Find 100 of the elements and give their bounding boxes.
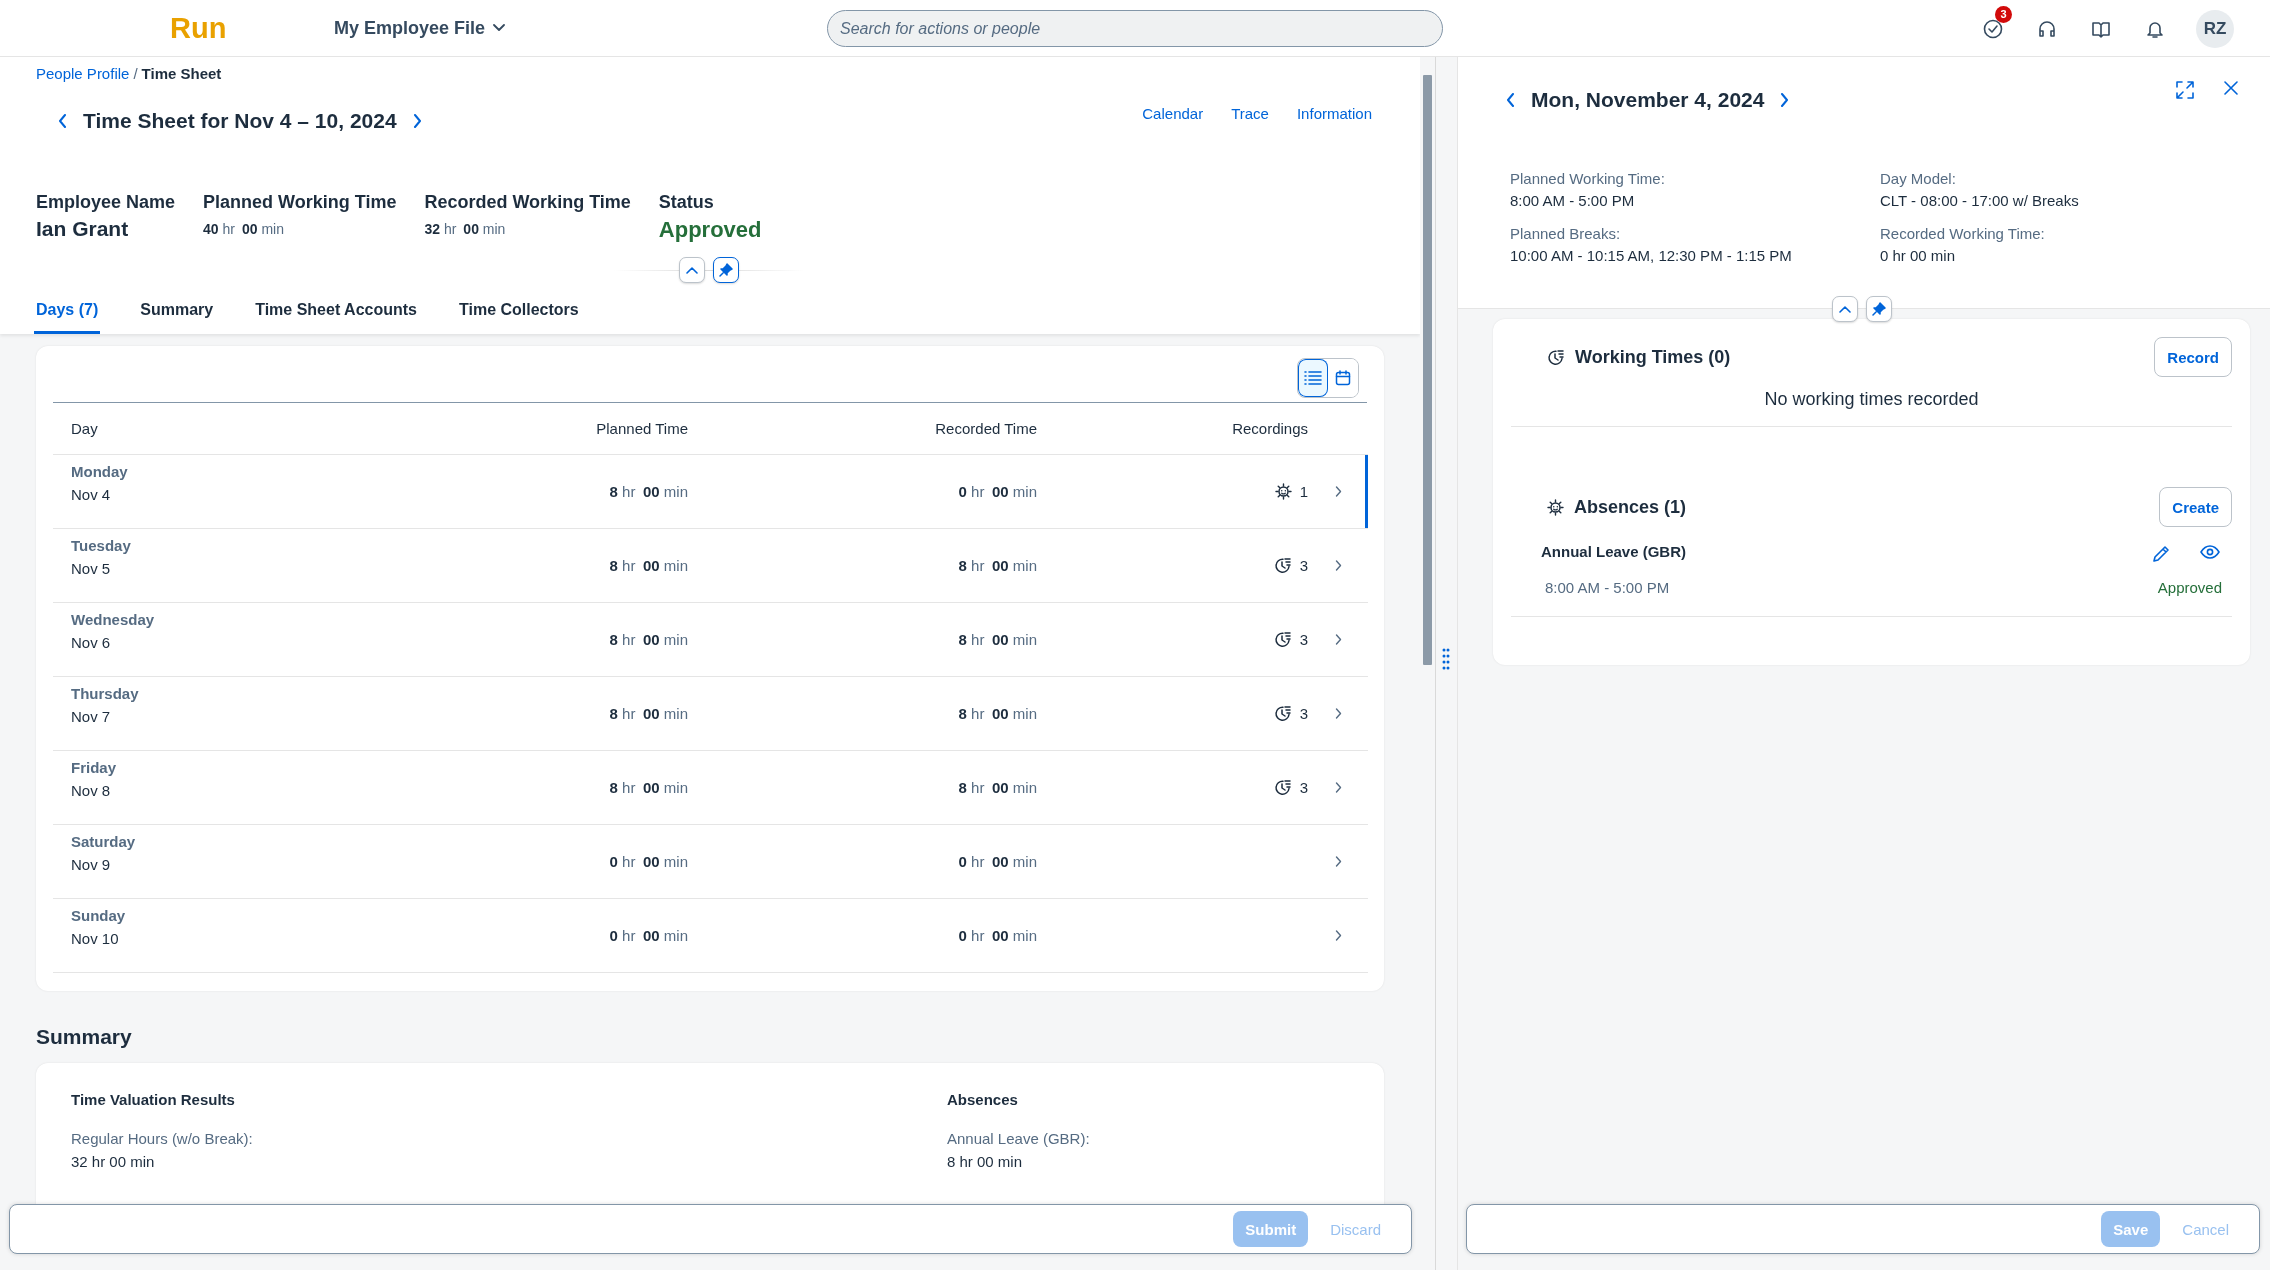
field-value: 0 hr 00 min [1880, 247, 1957, 264]
section-title: Absences (1) [1574, 496, 1687, 518]
view-toggle[interactable] [1297, 358, 1359, 398]
empty-message: No working times recorded [1511, 389, 2232, 427]
chevron-right-icon [1334, 782, 1342, 793]
recorded-time: 0 hr 00 min [958, 927, 1037, 944]
recording-count: 3 [1299, 557, 1308, 574]
employee-name: Ian Grant [36, 217, 130, 241]
breadcrumb-link[interactable]: People Profile [36, 65, 130, 82]
attribute-label: Status [658, 192, 715, 213]
pin-button[interactable] [1866, 296, 1892, 322]
search-field[interactable]: Search for actions or people [827, 10, 1443, 47]
clock-list-icon [1273, 705, 1292, 722]
list-icon [1304, 370, 1322, 386]
clock-list-icon [1273, 631, 1292, 648]
row-navigation[interactable] [1308, 455, 1368, 529]
day-date: Nov 9 [71, 856, 111, 873]
clock-list-icon [1273, 779, 1292, 796]
field-label: Day Model: [1880, 170, 1957, 187]
chevron-left-icon [1506, 93, 1515, 107]
pin-icon [719, 263, 733, 277]
field-label: Annual Leave (GBR): [947, 1130, 1091, 1147]
field-value: 8 hr 00 min [947, 1153, 1024, 1170]
scrollbar-thumb[interactable] [1423, 75, 1432, 665]
clock-list-icon [1273, 557, 1292, 574]
day-date: Nov 7 [71, 708, 111, 725]
tab[interactable]: Summary [138, 293, 228, 334]
collapse-button[interactable] [1832, 296, 1858, 322]
clock-list-icon [1547, 348, 1565, 366]
day-name: Thursday [71, 685, 139, 702]
recorded-time: 8 hr 00 min [958, 631, 1037, 648]
collapse-button[interactable] [679, 257, 705, 283]
planned-time: 0 hr 00 min [609, 927, 688, 944]
user-avatar[interactable]: RZ [2196, 10, 2234, 48]
section-title: Working Times (0) [1575, 346, 1731, 368]
day-date: Nov 6 [71, 634, 111, 651]
recording-count: 3 [1299, 631, 1308, 648]
header-link[interactable]: Information [1296, 104, 1372, 122]
header-link[interactable]: Trace [1231, 104, 1269, 122]
pin-button[interactable] [713, 257, 739, 283]
planned-time: 8 hr 00 min [609, 557, 688, 574]
headset-icon [2037, 19, 2057, 39]
navigation-menu[interactable]: My Employee File [334, 17, 506, 39]
duration-value: 32 hr 00 min [424, 221, 507, 237]
day-name: Friday [71, 759, 116, 776]
field-label: Planned Working Time: [1510, 170, 1666, 187]
tab[interactable]: Time Sheet Accounts [253, 293, 431, 334]
day-name: Monday [71, 463, 128, 480]
recorded-time: 8 hr 00 min [958, 557, 1037, 574]
sun-icon [1547, 498, 1564, 516]
pin-icon [1872, 302, 1886, 316]
field-value: 10:00 AM - 10:15 AM, 12:30 PM - 1:15 PM [1510, 247, 1793, 264]
chevron-right-icon [412, 114, 422, 128]
attribute-label: Planned Working Time [203, 192, 397, 213]
tab[interactable]: Days (7) [34, 293, 101, 334]
book-icon [2091, 19, 2111, 39]
group-title: Time Valuation Results [71, 1091, 236, 1108]
chevron-up-icon [686, 266, 698, 274]
recorded-time: 0 hr 00 min [958, 853, 1037, 870]
calendar-icon [1335, 370, 1351, 386]
list-view-button[interactable] [1298, 359, 1328, 397]
duration-value: 40 hr 00 min [203, 221, 285, 237]
day-name: Sunday [71, 907, 126, 924]
fullscreen-button[interactable] [2174, 79, 2196, 101]
splitter-handle[interactable] [1441, 647, 1451, 671]
chevron-down-icon [493, 24, 506, 32]
edit-button[interactable] [2150, 543, 2172, 565]
notification-badge: 3 [1995, 6, 2012, 23]
chevron-right-icon [1780, 93, 1790, 107]
planned-time: 8 hr 00 min [609, 483, 688, 500]
column-header: Recorded Time [688, 403, 1037, 455]
recorded-time: 0 hr 00 min [958, 483, 1037, 500]
day-date: Nov 5 [71, 560, 111, 577]
day-date: Nov 8 [71, 782, 111, 799]
absence-time: 8:00 AM - 5:00 PM [1544, 579, 1671, 596]
eye-icon [2200, 545, 2220, 559]
sun-icon [1274, 483, 1292, 500]
header-link[interactable]: Calendar [1142, 104, 1204, 122]
chevron-right-icon [1334, 708, 1342, 719]
day-date: Nov 10 [71, 930, 119, 947]
day-name: Wednesday [71, 611, 155, 628]
chevron-right-icon [1334, 560, 1342, 571]
field-label: Recorded Working Time: [1880, 225, 2046, 242]
record-button[interactable]: Record [2154, 337, 2232, 377]
attribute-label: Recorded Working Time [424, 192, 631, 213]
column-header: Recordings [1037, 403, 1308, 455]
chevron-left-icon [58, 114, 67, 128]
tab[interactable]: Time Collectors [457, 293, 593, 334]
field-value: 8:00 AM - 5:00 PM [1510, 192, 1636, 209]
day-date: Nov 4 [71, 486, 111, 503]
group-title: Absences [947, 1091, 1019, 1108]
fullscreen-icon [2176, 81, 2194, 99]
chevron-up-icon [1839, 305, 1851, 313]
day-name: Tuesday [71, 537, 131, 554]
planned-time: 0 hr 00 min [609, 853, 688, 870]
check-circle-icon [1983, 19, 2003, 39]
planned-time: 8 hr 00 min [609, 631, 688, 648]
chevron-right-icon [1334, 930, 1342, 941]
create-button[interactable]: Create [2159, 487, 2232, 527]
status-text: Approved [2156, 579, 2222, 596]
